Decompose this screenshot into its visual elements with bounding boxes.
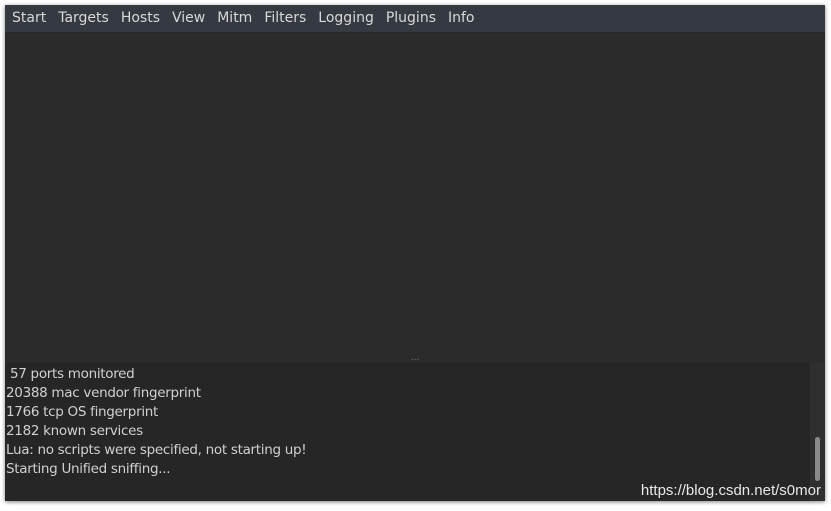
log-line: 57 ports monitored — [6, 366, 135, 382]
menu-plugins[interactable]: Plugins — [380, 5, 442, 32]
scrollbar-thumb[interactable] — [815, 437, 820, 481]
menu-targets[interactable]: Targets — [52, 5, 115, 32]
menu-hosts[interactable]: Hosts — [115, 5, 166, 32]
log-scrollbar[interactable] — [810, 363, 825, 501]
main-pane — [5, 33, 825, 357]
log-line: Starting Unified sniffing... — [6, 461, 171, 477]
menu-info[interactable]: Info — [442, 5, 481, 32]
menu-mitm[interactable]: Mitm — [211, 5, 258, 32]
watermark: https://blog.csdn.net/s0mor — [640, 482, 821, 499]
menu-bar: Start Targets Hosts View Mitm Filters Lo… — [5, 5, 825, 33]
menu-logging[interactable]: Logging — [312, 5, 380, 32]
menu-view[interactable]: View — [166, 5, 211, 32]
log-line: 20388 mac vendor fingerprint — [6, 385, 201, 401]
log-line: 1766 tcp OS fingerprint — [6, 404, 159, 420]
menu-start[interactable]: Start — [5, 5, 52, 32]
log-line: 2182 known services — [6, 423, 143, 439]
log-output[interactable]: 57 ports monitored 20388 mac vendor fing… — [5, 363, 810, 501]
menu-filters[interactable]: Filters — [258, 5, 312, 32]
log-line: Lua: no scripts were specified, not star… — [6, 442, 307, 458]
ettercap-window: Start Targets Hosts View Mitm Filters Lo… — [5, 5, 825, 501]
